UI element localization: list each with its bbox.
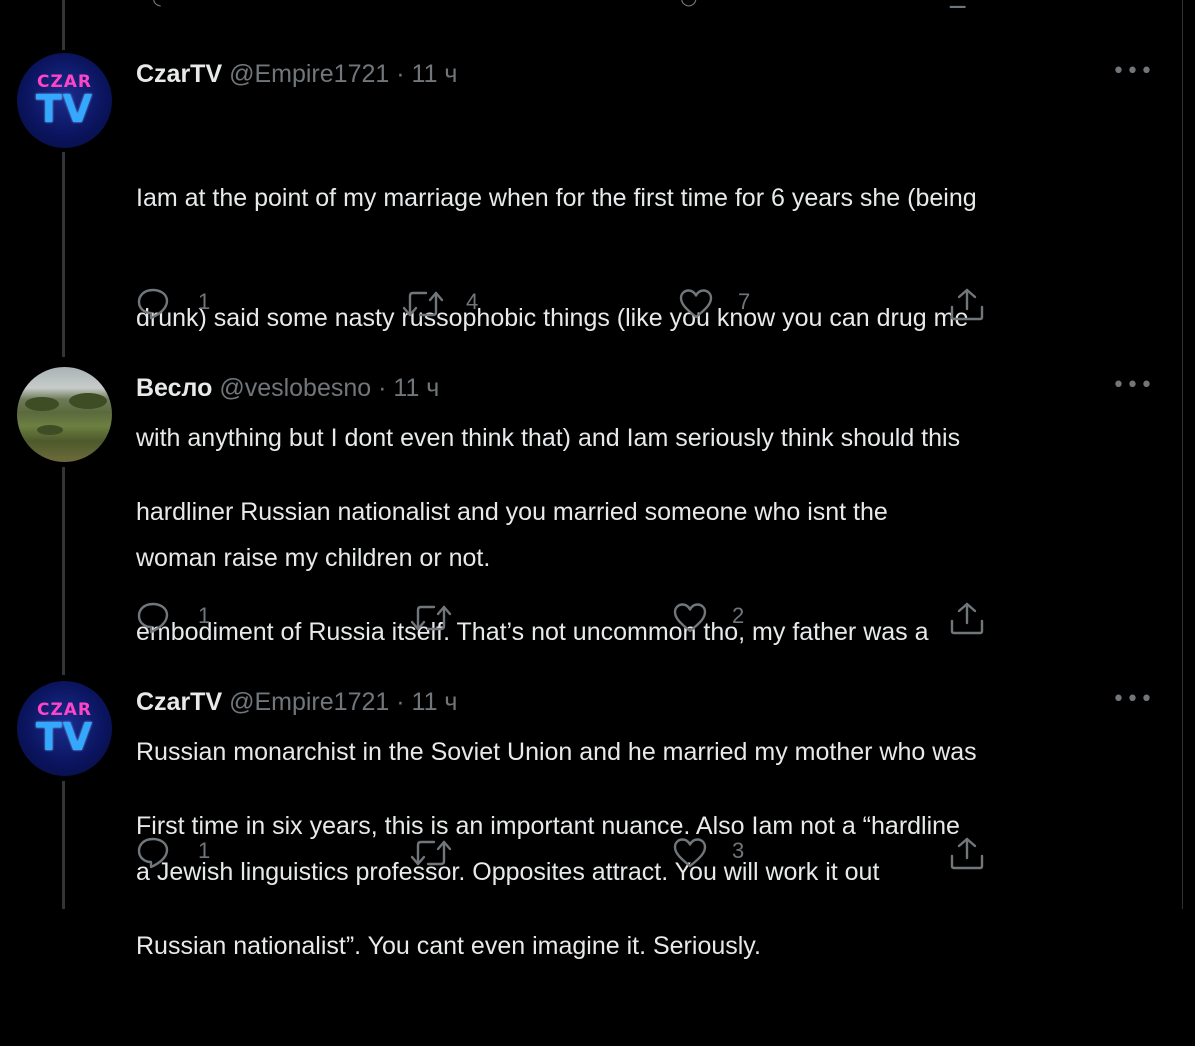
tweet-actions: 1 4 7 [0, 283, 1180, 323]
retweet-icon [410, 840, 452, 866]
tweet-time[interactable]: 11 ч [412, 688, 458, 716]
tweet-time[interactable]: 11 ч [393, 374, 439, 402]
retweet-icon [410, 605, 452, 631]
reply-button[interactable]: 1 [136, 832, 216, 872]
tweet-header: CzarTV @Empire1721 · 11 ч [136, 687, 457, 717]
like-count: 2 [732, 603, 745, 628]
author-name[interactable]: Весло [136, 374, 212, 402]
retweet-button[interactable] [408, 597, 468, 637]
column-border [1182, 0, 1183, 909]
avatar-photo-detail [37, 425, 63, 435]
like-icon [679, 289, 713, 319]
tweet-actions: 1 3 [0, 832, 1180, 872]
thread-connector [62, 0, 65, 50]
reply-button[interactable]: 1 [136, 283, 216, 323]
reply-icon [137, 837, 169, 869]
more-icon[interactable]: ••• [1112, 689, 1153, 716]
like-button[interactable]: 3 [672, 832, 762, 872]
avatar-logo-text: TV [35, 87, 94, 131]
author-handle[interactable]: @veslobesno [219, 374, 371, 402]
tweet-text-line: Iam at the point of my marriage when for… [136, 184, 977, 212]
like-button[interactable]: 7 [678, 283, 768, 323]
previous-tweet-actions: ◟ ┚ ◡ ▁ [0, 0, 1180, 8]
thread-connector [62, 152, 65, 357]
share-button[interactable] [948, 283, 988, 323]
thread-connector [62, 467, 65, 675]
like-count: 3 [732, 838, 745, 863]
share-icon [950, 602, 984, 635]
share-icon[interactable]: ▁ [950, 0, 965, 7]
avatar-photo-detail [69, 393, 107, 409]
avatar[interactable]: CZAR TV [17, 53, 112, 148]
reply-count: 1 [198, 838, 211, 863]
reply-count: 1 [198, 603, 211, 628]
author-handle[interactable]: @Empire1721 [229, 60, 389, 88]
author-name[interactable]: CzarTV [136, 688, 222, 716]
author-handle[interactable]: @Empire1721 [229, 688, 389, 716]
tweet-header: Весло @veslobesno · 11 ч [136, 373, 439, 403]
retweet-button[interactable] [408, 832, 468, 872]
tweet-text-line: hardliner Russian nationalist and you ma… [136, 498, 888, 526]
more-icon[interactable]: ••• [1112, 61, 1153, 88]
more-icon[interactable]: ••• [1112, 375, 1153, 402]
like-icon [673, 838, 707, 868]
avatar[interactable] [17, 367, 112, 462]
share-button[interactable] [948, 832, 988, 872]
header-separator: · [396, 60, 405, 88]
like-count: 7 [738, 289, 751, 314]
tweet-header: CzarTV @Empire1721 · 11 ч [136, 59, 457, 89]
retweet-icon [402, 291, 444, 317]
author-name[interactable]: CzarTV [136, 60, 222, 88]
retweet-icon[interactable]: ┚ [410, 0, 422, 7]
retweet-button[interactable]: 4 [400, 283, 490, 323]
tweet-text-line: Russian nationalist”. You cant even imag… [136, 932, 761, 960]
share-icon [950, 837, 984, 870]
avatar[interactable]: CZAR TV [17, 681, 112, 776]
retweet-count: 4 [466, 289, 479, 314]
reply-button[interactable]: 1 [136, 597, 216, 637]
tweet-text: First time in six years, this is an impo… [136, 726, 1166, 1046]
avatar-photo-detail [25, 397, 59, 411]
like-button[interactable]: 2 [672, 597, 762, 637]
like-icon[interactable]: ◡ [680, 0, 697, 7]
reply-icon [137, 288, 169, 320]
header-separator: · [378, 374, 387, 402]
header-separator: · [396, 688, 405, 716]
like-icon [673, 603, 707, 633]
reply-icon[interactable]: ◟ [153, 0, 161, 7]
reply-icon [137, 602, 169, 634]
share-button[interactable] [948, 597, 988, 637]
reply-count: 1 [198, 289, 211, 314]
avatar-logo-text: TV [35, 715, 94, 759]
tweet-actions: 1 2 [0, 597, 1180, 637]
share-icon [950, 288, 984, 321]
tweet-time[interactable]: 11 ч [412, 60, 458, 88]
